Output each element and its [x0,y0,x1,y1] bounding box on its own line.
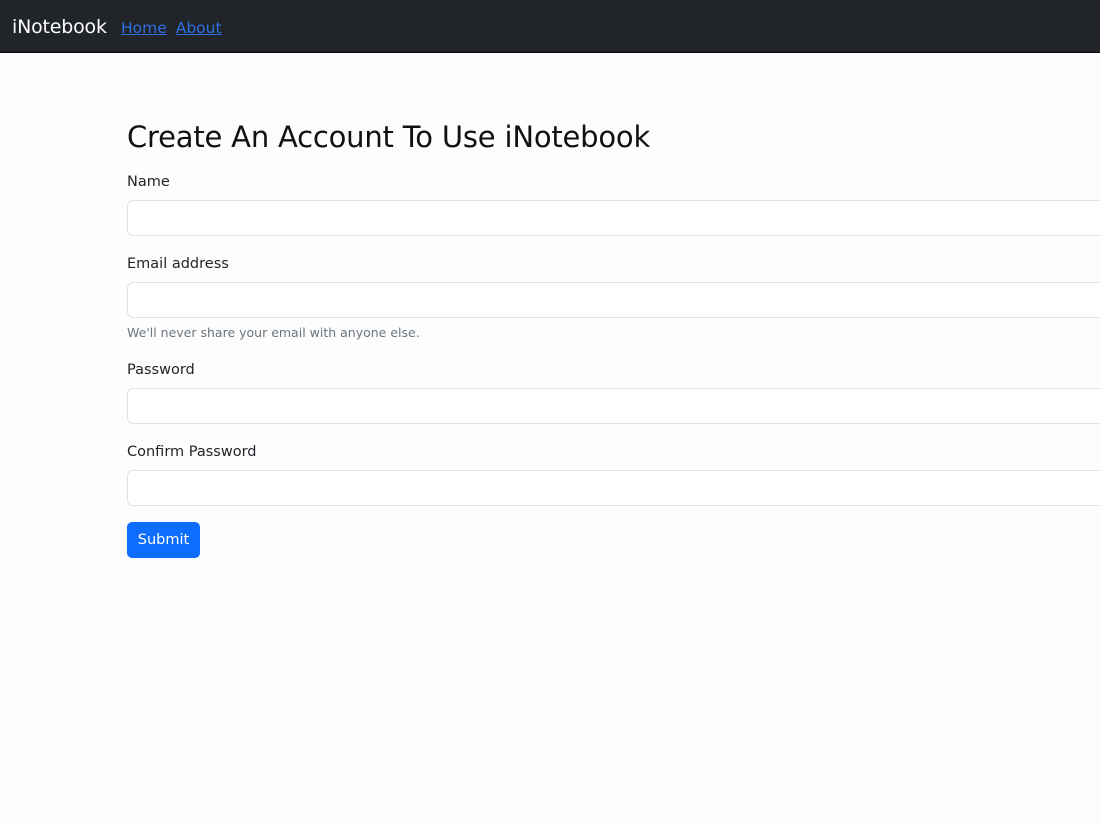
nav-links: Home About [121,18,226,38]
page-title: Create An Account To Use iNotebook [127,120,651,154]
nav-link-home[interactable]: Home [121,19,167,37]
submit-button[interactable]: Submit [127,522,200,558]
name-input[interactable] [127,200,1100,236]
brand-link[interactable]: iNotebook [12,15,107,39]
name-label: Name [127,174,170,190]
confirm-password-input[interactable] [127,470,1100,506]
nav-link-about[interactable]: About [176,19,222,37]
confirm-password-label: Confirm Password [127,444,257,460]
email-help-text: We'll never share your email with anyone… [127,325,420,340]
password-label: Password [127,362,195,378]
password-input[interactable] [127,388,1100,424]
navbar: iNotebook Home About [0,0,1100,53]
email-label: Email address [127,256,229,272]
email-input[interactable] [127,282,1100,318]
